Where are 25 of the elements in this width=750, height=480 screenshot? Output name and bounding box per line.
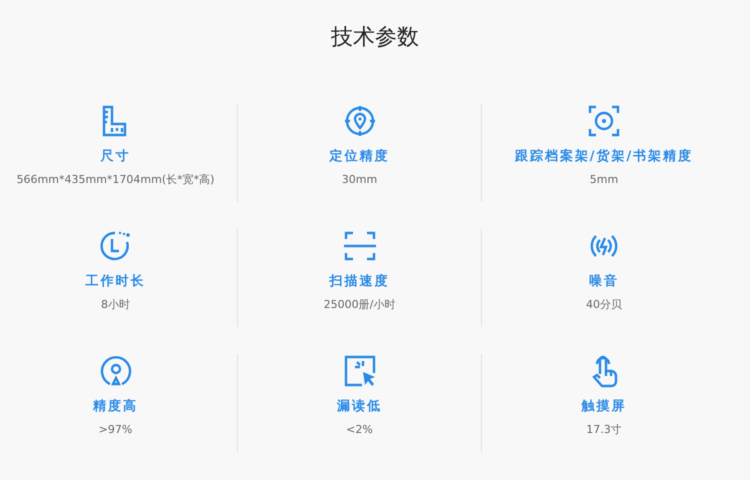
spec-label: 扫描速度 [330,273,390,291]
scan-icon [342,229,376,263]
spec-label: 定位精度 [330,148,390,166]
spec-value: 566mm*435mm*1704mm(长*宽*高) [16,173,214,187]
spec-value: 40分贝 [586,298,622,312]
spec-label: 漏读低 [337,398,382,416]
spec-label: 尺寸 [100,148,130,166]
clock-icon [98,229,132,263]
section-title: 技术参数 [330,24,420,52]
spec-value: 30mm [342,173,378,187]
spec-label: 跟踪档案架/货架/书架精度 [514,148,694,166]
location-target-icon [342,104,376,138]
spec-value: 25000册/小时 [324,298,396,312]
spec-label: 触摸屏 [582,398,626,416]
spec-label: 工作时长 [86,273,146,291]
spec-value: 8小时 [101,298,130,312]
spec-value: 17.3寸 [586,423,622,437]
spec-value: 5mm [590,173,618,187]
spec-label: 噪音 [589,273,619,291]
cursor-click-icon [342,354,376,388]
spec-value: <2% [346,423,373,437]
spec-label: 精度高 [93,398,138,416]
location-pin-icon [98,354,132,388]
spec-value: >97% [98,423,132,437]
scan-target-icon [587,104,621,138]
